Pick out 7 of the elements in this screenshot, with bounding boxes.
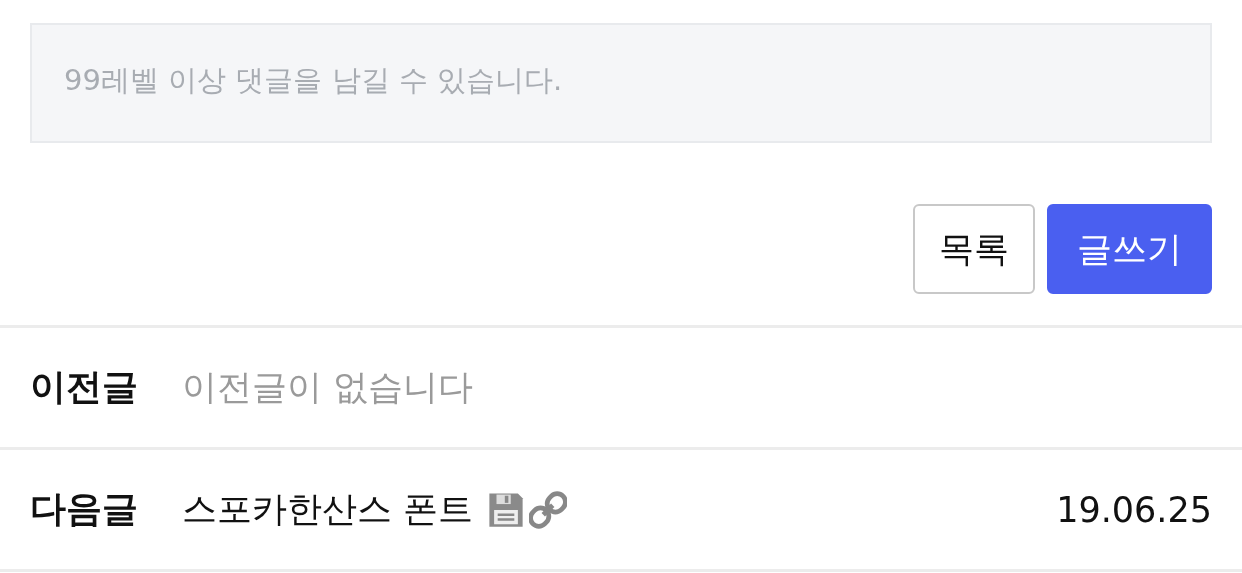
write-button[interactable]: 글쓰기	[1047, 204, 1212, 294]
nav-label: 다음글	[30, 487, 139, 531]
no-post-text: 이전글이 없습니다	[182, 366, 474, 409]
nav-label: 이전글	[30, 365, 139, 409]
post-date: 19.06.25	[1056, 489, 1212, 530]
post-link[interactable]: 스포카한산스 폰트	[182, 486, 474, 533]
list-button[interactable]: 목록	[913, 204, 1035, 294]
